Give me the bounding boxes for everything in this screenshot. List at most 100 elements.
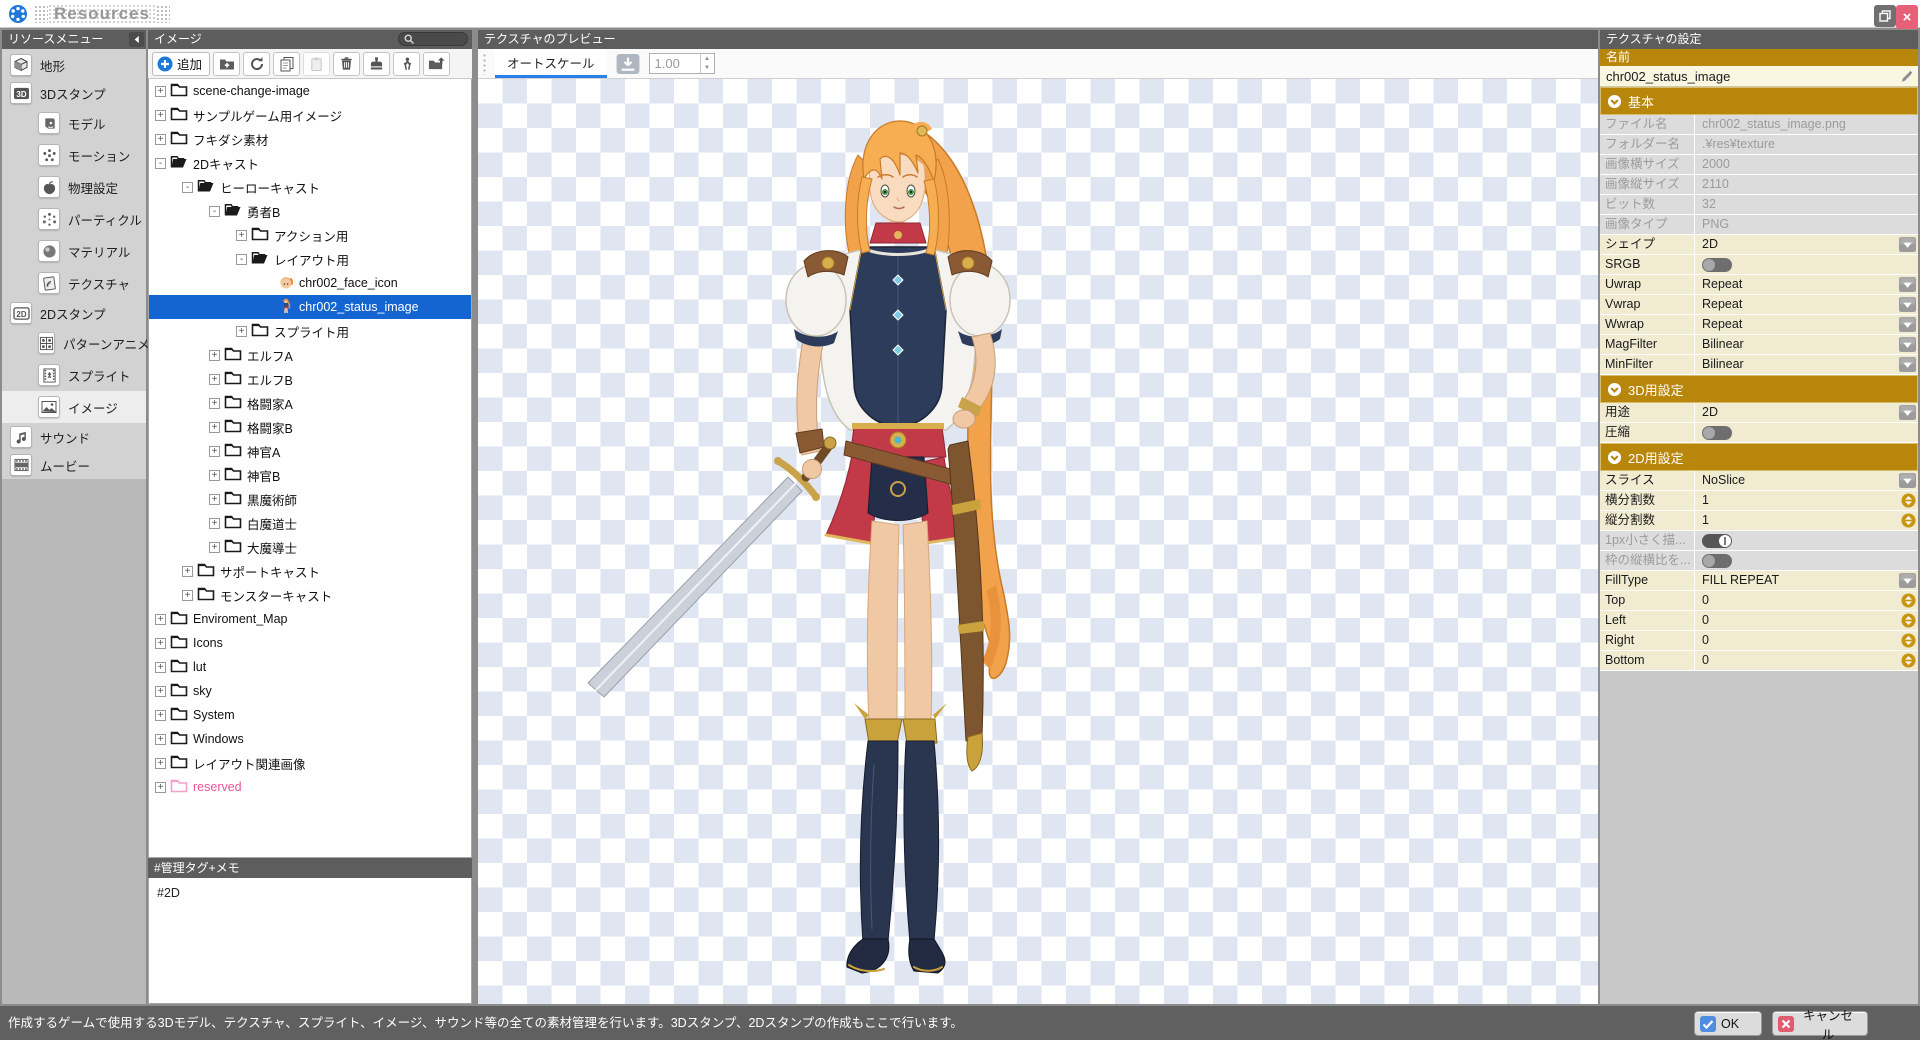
expand-node-icon[interactable]: +	[236, 230, 247, 241]
expand-node-icon[interactable]: +	[155, 110, 166, 121]
autoscale-tab[interactable]: オートスケール	[495, 49, 607, 78]
close-window-button[interactable]: ×	[1896, 5, 1918, 29]
tree-item[interactable]: +白魔道士	[149, 511, 471, 535]
collapse-sidebar-button[interactable]	[129, 32, 144, 47]
expand-node-icon[interactable]: +	[182, 590, 193, 601]
export-button[interactable]	[423, 52, 450, 76]
collapse-node-icon[interactable]: -	[155, 158, 166, 169]
add-button[interactable]: 追加	[152, 52, 210, 76]
expand-node-icon[interactable]: +	[155, 638, 166, 649]
search-input[interactable]	[398, 32, 468, 46]
stepper-icon[interactable]	[1901, 493, 1916, 508]
dropdown-arrow-icon[interactable]	[1899, 337, 1916, 352]
tree-item[interactable]: +Icons	[149, 631, 471, 655]
expand-node-icon[interactable]: +	[155, 134, 166, 145]
tree-item[interactable]: -ヒーローキャスト	[149, 175, 471, 199]
memo-textarea[interactable]: #2D	[148, 878, 472, 1004]
sidebar-item-pattern-anim[interactable]: パターンアニメ	[2, 327, 146, 359]
sidebar-item-image[interactable]: イメージ	[2, 391, 146, 423]
expand-node-icon[interactable]: +	[155, 614, 166, 625]
fit-to-window-button[interactable]	[615, 53, 641, 75]
tree-item[interactable]: +サンプルゲーム用イメージ	[149, 103, 471, 127]
expand-node-icon[interactable]: +	[155, 686, 166, 697]
tree-item[interactable]: +神官B	[149, 463, 471, 487]
expand-node-icon[interactable]: +	[155, 782, 166, 793]
delete-button[interactable]	[333, 52, 360, 76]
tree-item[interactable]: +scene-change-image	[149, 79, 471, 103]
dropdown-arrow-icon[interactable]	[1899, 317, 1916, 332]
tree-item[interactable]: +chr002_face_icon	[149, 271, 471, 295]
collapse-node-icon[interactable]: -	[182, 182, 193, 193]
sidebar-item-sprite[interactable]: スプライト	[2, 359, 146, 391]
dropdown-arrow-icon[interactable]	[1899, 277, 1916, 292]
sidebar-item-material[interactable]: マテリアル	[2, 235, 146, 267]
new-folder-button[interactable]	[213, 52, 240, 76]
toggle-switch[interactable]	[1702, 534, 1732, 548]
name-field[interactable]: chr002_status_image	[1600, 66, 1918, 87]
cancel-button[interactable]: キャンセル	[1772, 1011, 1868, 1036]
dropdown-arrow-icon[interactable]	[1899, 357, 1916, 372]
zoom-spinner[interactable]: 1.00 ▲▼	[649, 53, 715, 74]
tree-item[interactable]: +黒魔術師	[149, 487, 471, 511]
expand-node-icon[interactable]: +	[182, 566, 193, 577]
tree-item[interactable]: -2Dキャスト	[149, 151, 471, 175]
tree-item[interactable]: +chr002_status_image	[149, 295, 471, 319]
dropdown-arrow-icon[interactable]	[1899, 405, 1916, 420]
tree-item[interactable]: +lut	[149, 655, 471, 679]
tree-item[interactable]: +Windows	[149, 727, 471, 751]
expand-node-icon[interactable]: +	[155, 662, 166, 673]
dropdown-arrow-icon[interactable]	[1899, 473, 1916, 488]
toggle-switch[interactable]	[1702, 258, 1732, 272]
dropdown-arrow-icon[interactable]	[1899, 297, 1916, 312]
toggle-switch[interactable]	[1702, 426, 1732, 440]
expand-node-icon[interactable]: +	[209, 446, 220, 457]
expand-node-icon[interactable]: +	[209, 350, 220, 361]
tree-item[interactable]: +格闘家A	[149, 391, 471, 415]
expand-node-icon[interactable]: +	[155, 710, 166, 721]
sidebar-item-sound[interactable]: サウンド	[2, 423, 146, 451]
tree-item[interactable]: +神官A	[149, 439, 471, 463]
duplicate-button[interactable]	[273, 52, 300, 76]
sidebar-item-model[interactable]: モデル	[2, 107, 146, 139]
expand-node-icon[interactable]: +	[155, 758, 166, 769]
paste-button[interactable]	[303, 52, 330, 76]
tree-item[interactable]: +エルフA	[149, 343, 471, 367]
tree-item[interactable]: +Enviroment_Map	[149, 607, 471, 631]
expand-node-icon[interactable]: +	[209, 470, 220, 481]
ok-button[interactable]: OK	[1694, 1011, 1762, 1036]
expand-node-icon[interactable]: +	[209, 542, 220, 553]
tree-item[interactable]: +サポートキャスト	[149, 559, 471, 583]
sidebar-item-stamp3d[interactable]: 3D3Dスタンプ	[2, 79, 146, 107]
expand-node-icon[interactable]: +	[209, 374, 220, 385]
stepper-icon[interactable]	[1901, 633, 1916, 648]
expand-node-icon[interactable]: +	[209, 422, 220, 433]
sidebar-item-stamp2d[interactable]: 2D2Dスタンプ	[2, 299, 146, 327]
stepper-icon[interactable]	[1901, 593, 1916, 608]
sidebar-item-texture[interactable]: テクスチャ	[2, 267, 146, 299]
tree-item[interactable]: -レイアウト用	[149, 247, 471, 271]
collapse-node-icon[interactable]: -	[209, 206, 220, 217]
expand-node-icon[interactable]: +	[209, 398, 220, 409]
section-header-2D用設定[interactable]: 2D用設定	[1600, 443, 1918, 471]
sidebar-item-physics[interactable]: 物理設定	[2, 171, 146, 203]
character-button[interactable]	[393, 52, 420, 76]
tree-item[interactable]: +アクション用	[149, 223, 471, 247]
expand-node-icon[interactable]: +	[209, 494, 220, 505]
tree-item[interactable]: +大魔導士	[149, 535, 471, 559]
stepper-icon[interactable]	[1901, 513, 1916, 528]
expand-node-icon[interactable]: +	[209, 518, 220, 529]
restore-window-button[interactable]	[1874, 5, 1896, 27]
tree-item[interactable]: +sky	[149, 679, 471, 703]
dropdown-arrow-icon[interactable]	[1899, 573, 1916, 588]
texture-preview-canvas[interactable]	[478, 79, 1598, 1004]
dropdown-arrow-icon[interactable]	[1899, 237, 1916, 252]
zoom-spin-buttons[interactable]: ▲▼	[700, 54, 714, 73]
stepper-icon[interactable]	[1901, 653, 1916, 668]
expand-node-icon[interactable]: +	[236, 326, 247, 337]
pencil-icon[interactable]	[1899, 69, 1914, 84]
section-header-3D用設定[interactable]: 3D用設定	[1600, 375, 1918, 403]
expand-node-icon[interactable]: +	[155, 734, 166, 745]
tree-item[interactable]: +reserved	[149, 775, 471, 799]
section-header-基本[interactable]: 基本	[1600, 87, 1918, 115]
sidebar-item-particle[interactable]: パーティクル	[2, 203, 146, 235]
